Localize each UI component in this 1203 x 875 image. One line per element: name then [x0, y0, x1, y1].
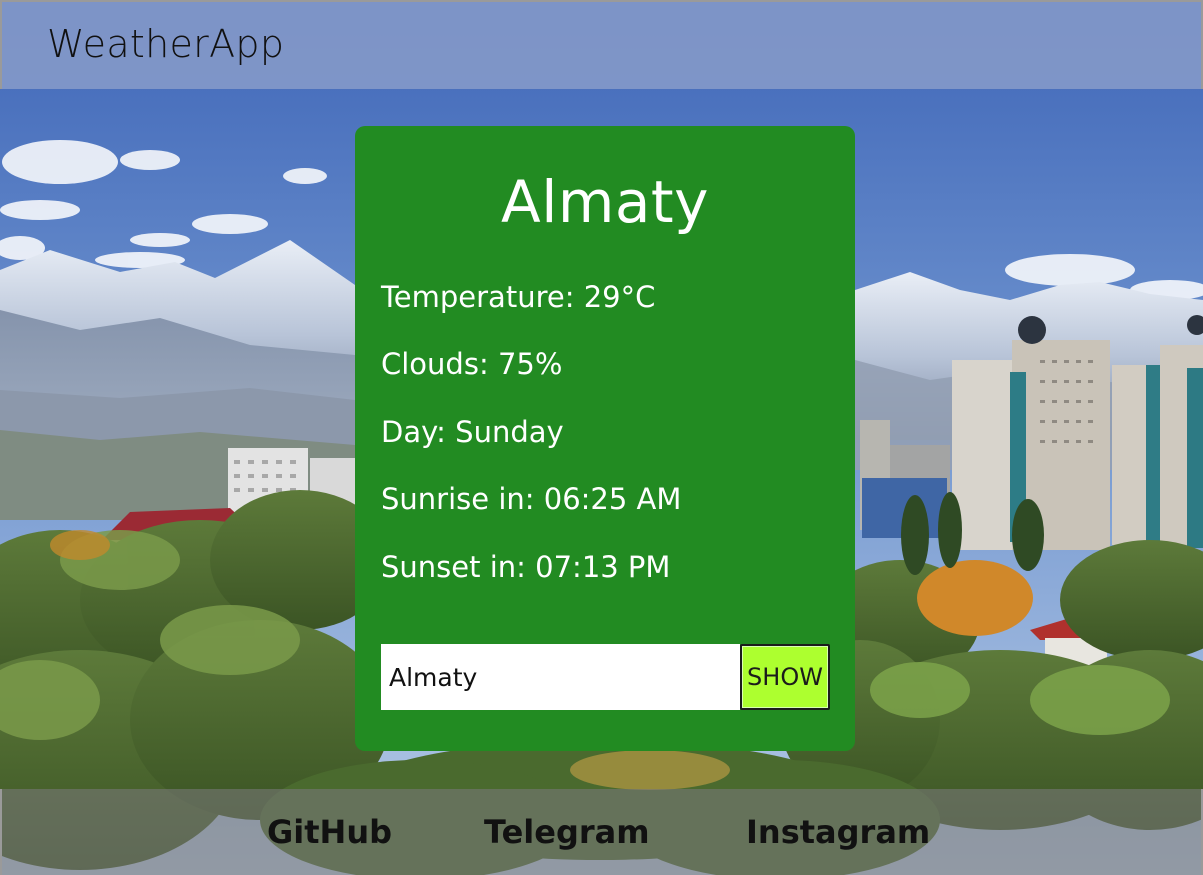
sunset-row: Sunset in: 07:13 PM: [381, 550, 670, 584]
brand-logo-text[interactable]: WeatherApp: [47, 22, 284, 66]
temperature-row: Temperature: 29°C: [381, 280, 655, 314]
day-row: Day: Sunday: [381, 415, 564, 449]
footer-links-bar: GitHub Telegram Instagram: [0, 789, 1203, 875]
show-button[interactable]: SHOW: [740, 644, 830, 710]
day-label: Day:: [381, 415, 456, 449]
city-name-heading: Almaty: [501, 168, 709, 236]
github-link[interactable]: GitHub: [267, 813, 392, 851]
clouds-label: Clouds:: [381, 347, 498, 381]
clouds-value: 75%: [497, 347, 563, 381]
city-input[interactable]: [381, 644, 740, 710]
temperature-label: Temperature:: [381, 280, 584, 314]
day-value: Sunday: [455, 415, 564, 449]
clouds-row: Clouds: 75%: [381, 347, 562, 381]
telegram-link[interactable]: Telegram: [484, 813, 650, 851]
sunrise-label: Sunrise in:: [381, 482, 544, 516]
top-navbar: WeatherApp: [0, 0, 1203, 89]
sunrise-row: Sunrise in: 06:25 AM: [381, 482, 681, 516]
temperature-value: 29°C: [583, 280, 656, 314]
sunset-label: Sunset in:: [381, 550, 536, 584]
sunset-value: 07:13 PM: [535, 550, 671, 584]
instagram-link[interactable]: Instagram: [746, 813, 930, 851]
city-search-form: SHOW: [381, 644, 830, 710]
sunrise-value: 06:25 AM: [543, 482, 682, 516]
weather-card: Almaty Temperature: 29°C Clouds: 75% Day…: [355, 126, 855, 751]
